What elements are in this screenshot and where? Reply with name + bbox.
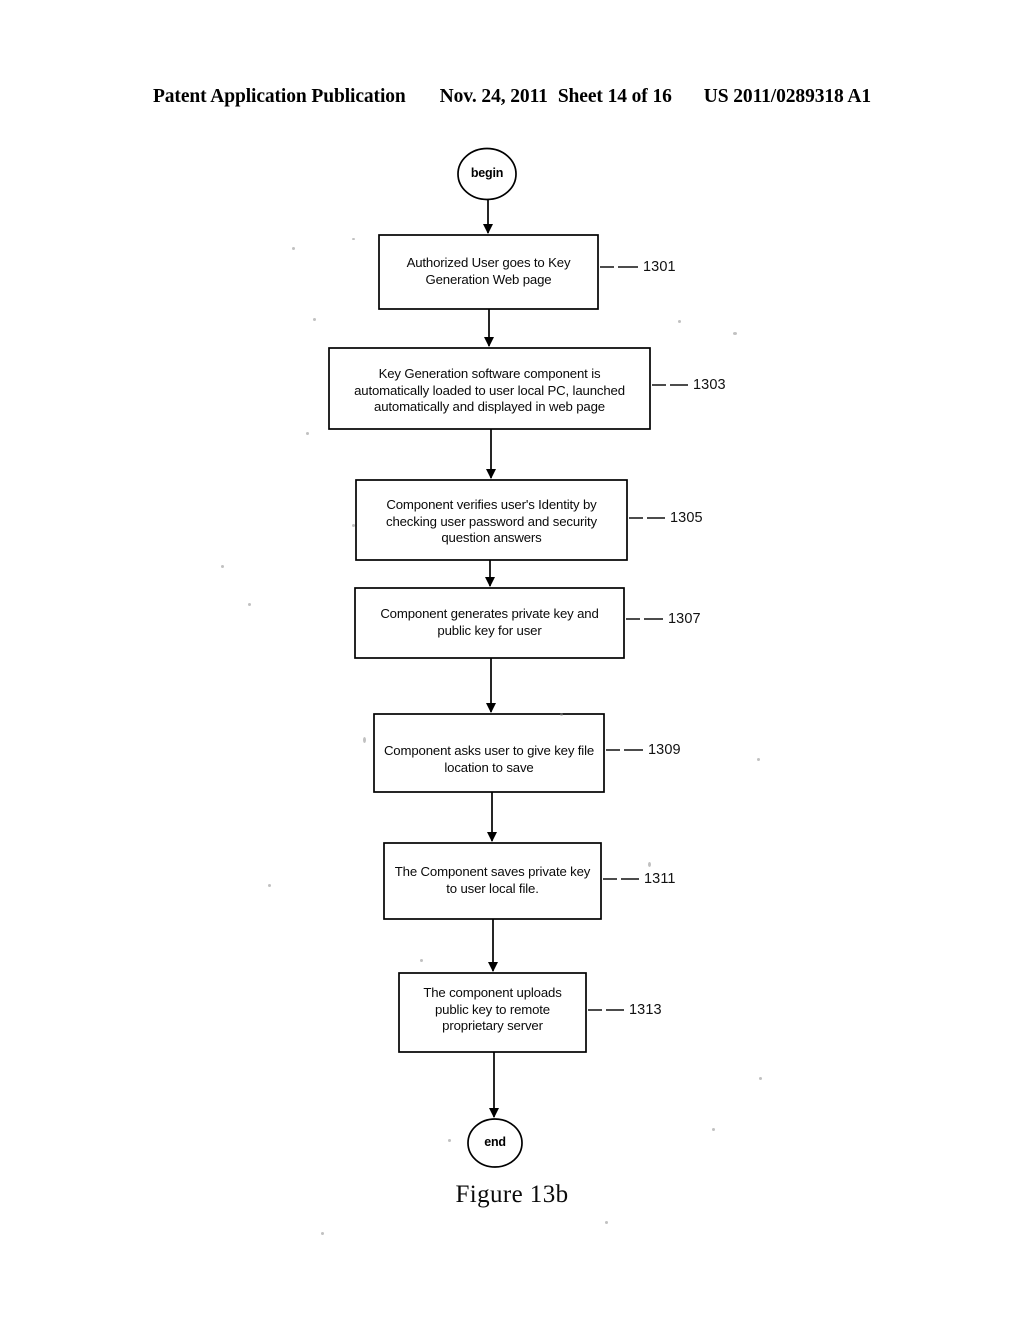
flowchart-graphics: [328, 147, 688, 1168]
reference-numeral-1313: 1313: [629, 1002, 662, 1018]
scan-artifact: [448, 1139, 451, 1142]
node-1313-label: The component uploads public key to remo…: [423, 985, 562, 1034]
node-1311-label: The Component saves private key to user …: [394, 864, 591, 896]
reference-numeral-1311: 1311: [644, 871, 676, 887]
scan-artifact: [321, 1232, 324, 1235]
node-end-label: end: [484, 1135, 506, 1149]
node-1309-label: Component asks user to give key file loc…: [383, 743, 595, 775]
scan-artifact: [605, 1221, 608, 1224]
scan-artifact: [733, 332, 737, 335]
node-1307-label: Component generates private key and publ…: [380, 606, 599, 638]
reference-numeral-1305: 1305: [670, 510, 703, 526]
scan-artifact: [363, 737, 366, 743]
scan-artifact: [292, 247, 295, 250]
scan-artifact: [352, 524, 355, 527]
reference-numeral-1307: 1307: [668, 611, 701, 627]
scan-artifact: [306, 432, 309, 435]
flowchart-figure: begin end Authorized User goes to Key Ge…: [0, 0, 1024, 1320]
scan-artifact: [352, 238, 355, 240]
reference-numeral-1303: 1303: [693, 377, 726, 393]
node-1305-label: Component verifies user's Identity by ch…: [386, 497, 597, 546]
reference-numeral-1309: 1309: [648, 742, 681, 758]
figure-caption: Figure 13b: [455, 1181, 569, 1208]
scan-artifact: [759, 1077, 762, 1080]
node-1303-label: Key Generation software component is aut…: [354, 366, 625, 415]
scan-artifact: [313, 318, 316, 321]
scan-artifact: [712, 1128, 715, 1131]
node-1301-label: Authorized User goes to Key Generation W…: [406, 255, 571, 287]
reference-numeral-1301: 1301: [643, 259, 676, 275]
scan-artifact: [648, 862, 651, 867]
node-begin-label: begin: [470, 166, 504, 180]
scan-artifact: [268, 884, 271, 887]
scan-artifact: [420, 959, 423, 962]
scan-artifact: [678, 320, 681, 323]
scan-artifact: [248, 603, 251, 606]
scan-artifact: [560, 713, 563, 716]
scan-artifact: [221, 565, 224, 568]
scan-artifact: [757, 758, 760, 761]
